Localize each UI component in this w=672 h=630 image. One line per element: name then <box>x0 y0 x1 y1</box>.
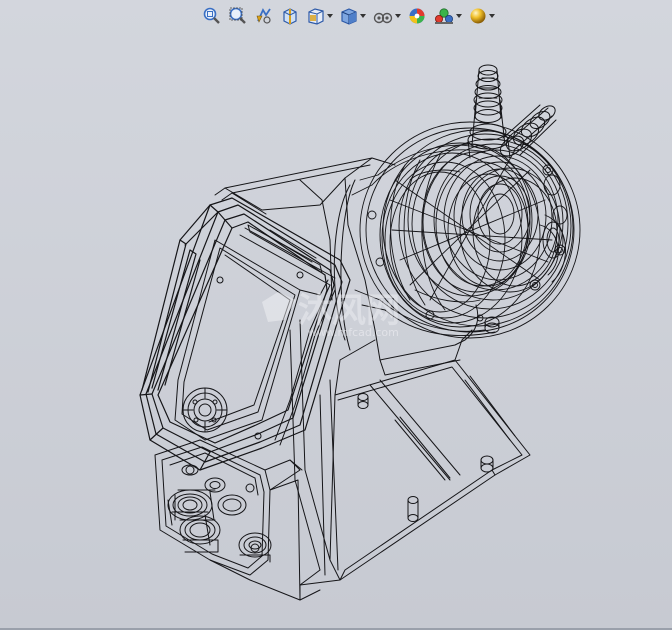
graphics-area[interactable]: 沐风网 www.mfcad.com <box>0 0 672 630</box>
control-knob <box>182 387 228 433</box>
junction-box <box>154 439 303 601</box>
watermark-text: 沐风网 <box>298 291 400 331</box>
watermark-logo-icon <box>262 292 296 322</box>
watermark-url: www.mfcad.com <box>308 326 399 339</box>
wireframe-pump-model[interactable]: 沐风网 www.mfcad.com <box>0 0 672 630</box>
mounting-bracket <box>299 329 531 586</box>
watermark: 沐风网 www.mfcad.com <box>262 291 400 339</box>
